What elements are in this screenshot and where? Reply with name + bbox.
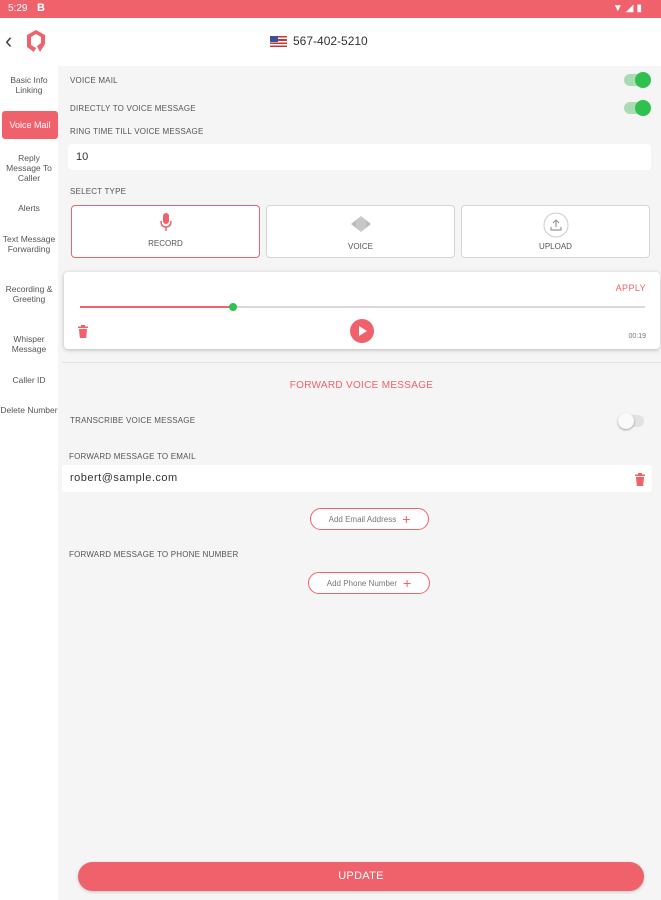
- email-value[interactable]: robert@sample.com: [70, 472, 178, 484]
- add-phone-label: Add Phone Number: [326, 578, 398, 588]
- toggle-knob: [635, 100, 651, 116]
- type-voice-card[interactable]: VOICE: [266, 205, 455, 258]
- status-bar: 5:29 B ▼◢▮: [0, 0, 661, 18]
- phone-number: 567-402-5210: [293, 34, 368, 48]
- voice-mail-toggle[interactable]: [624, 72, 651, 88]
- apply-button[interactable]: APPLY: [616, 283, 646, 293]
- toggle-knob: [618, 413, 634, 429]
- status-time: 5:29: [8, 3, 28, 14]
- add-email-label: Add Email Address: [328, 514, 397, 524]
- app-notification-icon: B: [37, 2, 45, 14]
- direct-voice-message-toggle[interactable]: [624, 100, 651, 116]
- voicemail-settings: VOICE MAIL DIRECTLY TO VOICE MESSAGE RIN…: [62, 66, 661, 900]
- forward-phone-label: FORWARD MESSAGE TO PHONE NUMBER: [69, 550, 239, 559]
- status-icons: ▼◢▮: [613, 3, 645, 14]
- sidebar-item-delete-number[interactable]: Delete Number: [0, 405, 58, 415]
- upload-icon: [543, 212, 568, 238]
- forward-email-label: FORWARD MESSAGE TO EMAIL: [69, 452, 196, 461]
- microphone-icon: [159, 213, 172, 231]
- audio-progress-track[interactable]: [80, 303, 645, 311]
- sidebar-item-whisper-message[interactable]: Whisper Message: [0, 334, 58, 354]
- battery-icon: ▮: [636, 3, 645, 14]
- type-record-label: RECORD: [148, 239, 183, 248]
- type-upload-label: UPLOAD: [539, 242, 572, 251]
- app-logo-icon: [27, 30, 45, 52]
- play-button[interactable]: [350, 319, 374, 343]
- sidebar-item-caller-id[interactable]: Caller ID: [0, 375, 58, 385]
- ring-time-input[interactable]: 10: [68, 144, 651, 170]
- ring-time-label: RING TIME TILL VOICE MESSAGE: [70, 127, 204, 136]
- voice-mail-label: VOICE MAIL: [70, 76, 118, 85]
- transcribe-toggle[interactable]: [618, 413, 644, 429]
- type-upload-card[interactable]: UPLOAD: [461, 205, 650, 258]
- toggle-knob: [635, 72, 651, 88]
- forward-section-title: FORWARD VOICE MESSAGE: [289, 380, 434, 391]
- delete-email-icon[interactable]: [635, 473, 645, 486]
- wifi-icon: ▼: [612, 3, 626, 14]
- audio-player: APPLY 00:19: [64, 272, 660, 349]
- audio-duration: 00:19: [628, 333, 646, 340]
- sidebar-item-basic-info[interactable]: Basic Info Linking: [0, 75, 58, 95]
- sidebar-item-recording-greeting[interactable]: Recording & Greeting: [0, 284, 58, 304]
- sidebar: Basic Info Linking Voice Mail Reply Mess…: [0, 66, 58, 900]
- email-entry-row: robert@sample.com: [62, 465, 652, 492]
- phone-number-header: 567-402-5210: [270, 34, 368, 48]
- type-voice-label: VOICE: [348, 242, 373, 251]
- sidebar-item-voice-mail[interactable]: Voice Mail: [2, 111, 58, 139]
- delete-recording-icon[interactable]: [78, 325, 88, 338]
- sidebar-item-text-forwarding[interactable]: Text Message Forwarding: [0, 234, 58, 254]
- us-flag-icon: [270, 35, 287, 47]
- add-email-button[interactable]: Add Email Address +: [310, 508, 429, 530]
- add-phone-button[interactable]: Add Phone Number +: [308, 572, 430, 594]
- back-chevron-icon[interactable]: ‹: [5, 28, 12, 54]
- type-record-card[interactable]: RECORD: [71, 205, 260, 258]
- voice-icon: [350, 216, 371, 232]
- audio-progress-fill: [80, 306, 233, 308]
- sidebar-item-reply-message[interactable]: Reply Message To Caller: [0, 153, 58, 183]
- app-bar: ‹ 567-402-5210: [0, 18, 661, 66]
- audio-progress-thumb[interactable]: [228, 303, 237, 311]
- signal-icon: ◢: [625, 3, 637, 14]
- transcribe-label: TRANSCRIBE VOICE MESSAGE: [70, 416, 196, 425]
- plus-icon: +: [402, 511, 411, 527]
- direct-voice-message-label: DIRECTLY TO VOICE MESSAGE: [70, 104, 196, 113]
- plus-icon: +: [403, 575, 412, 591]
- select-type-label: SELECT TYPE: [70, 187, 127, 196]
- sidebar-item-alerts[interactable]: Alerts: [0, 203, 58, 213]
- section-divider: [62, 362, 661, 363]
- update-button[interactable]: UPDATE: [78, 862, 644, 891]
